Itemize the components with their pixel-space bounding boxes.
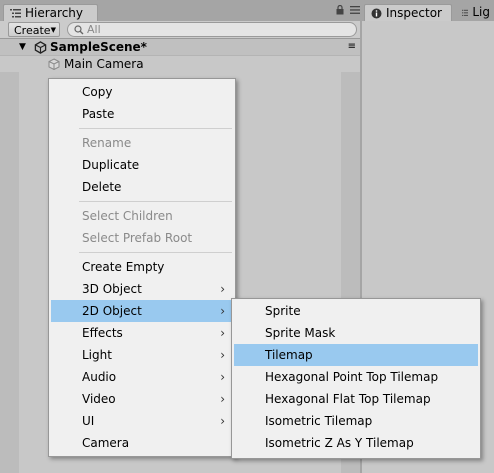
- menu-item-label: Delete: [82, 180, 122, 194]
- menu-item-label: Select Children: [82, 209, 173, 223]
- menu-item-label: Create Empty: [82, 260, 165, 274]
- tab-hierarchy-label: Hierarchy: [25, 5, 84, 20]
- submenu-item-isometric-tilemap[interactable]: Isometric Tilemap: [234, 410, 478, 432]
- lock-icon[interactable]: [336, 5, 344, 15]
- gameobject-cube-icon: [48, 58, 60, 70]
- tab-lighting-label: Lig: [472, 5, 490, 19]
- menu-item-paste[interactable]: Paste: [51, 103, 233, 125]
- unity-scene-icon: [34, 40, 47, 54]
- hierarchy-toolbar: Create ▼ All: [0, 21, 360, 39]
- menu-item-label: Duplicate: [82, 158, 140, 172]
- menu-item-label: Rename: [82, 136, 132, 150]
- tab-lighting[interactable]: Lig: [456, 4, 494, 21]
- chevron-right-icon: ›: [220, 348, 225, 362]
- menu-item-audio[interactable]: Audio ›: [51, 366, 233, 388]
- menu-item-2d-object[interactable]: 2D Object ›: [51, 300, 233, 322]
- menu-item-label: Effects: [82, 326, 123, 340]
- scene-row[interactable]: ▼ SampleScene* ≡: [0, 39, 360, 56]
- menu-item-label: 3D Object: [82, 282, 142, 296]
- menu-separator: [79, 252, 232, 253]
- submenu-item-sprite[interactable]: Sprite: [234, 300, 478, 322]
- submenu-2d-object: Sprite Sprite Mask Tilemap Hexagonal Poi…: [231, 298, 481, 459]
- chevron-right-icon: ›: [220, 282, 225, 296]
- hierarchy-tabstrip: Hierarchy: [0, 0, 360, 21]
- submenu-item-isometric-z-as-y-tilemap[interactable]: Isometric Z As Y Tilemap: [234, 432, 478, 454]
- submenu-item-label: Isometric Z As Y Tilemap: [265, 436, 414, 450]
- menu-item-create-empty[interactable]: Create Empty: [51, 256, 233, 278]
- search-placeholder: All: [87, 23, 101, 36]
- submenu-item-hexagonal-point-top-tilemap[interactable]: Hexagonal Point Top Tilemap: [234, 366, 478, 388]
- submenu-item-label: Tilemap: [265, 348, 313, 362]
- search-icon: [74, 24, 84, 34]
- tab-inspector[interactable]: Inspector: [364, 4, 452, 21]
- menu-item-light[interactable]: Light ›: [51, 344, 233, 366]
- caret-down-icon: ▼: [50, 26, 56, 34]
- scene-menu-icon[interactable]: ≡: [348, 41, 356, 52]
- submenu-item-label: Sprite: [265, 304, 301, 318]
- menu-item-duplicate[interactable]: Duplicate: [51, 154, 233, 176]
- scene-name: SampleScene*: [50, 40, 147, 54]
- chevron-right-icon: ›: [220, 370, 225, 384]
- hierarchy-item-label: Main Camera: [64, 57, 144, 71]
- menu-item-3d-object[interactable]: 3D Object ›: [51, 278, 233, 300]
- panel-menu-icon[interactable]: [350, 6, 360, 14]
- chevron-right-icon: ›: [220, 414, 225, 428]
- hierarchy-item-main-camera[interactable]: Main Camera: [0, 56, 360, 72]
- menu-item-label: Paste: [82, 107, 115, 121]
- menu-item-label: Camera: [82, 436, 130, 450]
- menu-item-label: Video: [82, 392, 116, 406]
- submenu-item-label: Hexagonal Point Top Tilemap: [265, 370, 439, 384]
- menu-item-label: UI: [82, 414, 95, 428]
- inspector-tabstrip: Inspector Lig: [362, 0, 494, 21]
- menu-item-label: Light: [82, 348, 112, 362]
- menu-item-ui[interactable]: UI ›: [51, 410, 233, 432]
- menu-item-label: Select Prefab Root: [82, 231, 193, 245]
- menu-item-label: 2D Object: [82, 304, 142, 318]
- lighting-list-icon: [462, 9, 469, 16]
- search-input[interactable]: All: [67, 22, 357, 37]
- menu-item-video[interactable]: Video ›: [51, 388, 233, 410]
- chevron-right-icon: ›: [220, 326, 225, 340]
- submenu-item-hexagonal-flat-top-tilemap[interactable]: Hexagonal Flat Top Tilemap: [234, 388, 478, 410]
- foldout-arrow-icon[interactable]: ▼: [19, 42, 31, 52]
- hierarchy-tab-icons: [336, 5, 360, 15]
- chevron-right-icon: ›: [220, 392, 225, 406]
- menu-item-copy[interactable]: Copy: [51, 81, 233, 103]
- info-icon: [371, 8, 382, 18]
- menu-item-effects[interactable]: Effects ›: [51, 322, 233, 344]
- menu-separator: [79, 128, 232, 129]
- submenu-item-label: Hexagonal Flat Top Tilemap: [265, 392, 431, 406]
- tab-inspector-label: Inspector: [386, 5, 442, 20]
- chevron-right-icon: ›: [220, 304, 225, 318]
- menu-item-rename: Rename: [51, 132, 233, 154]
- hierarchy-left-gutter: [0, 72, 19, 473]
- menu-item-label: Audio: [82, 370, 117, 384]
- menu-separator: [79, 201, 232, 202]
- menu-item-delete[interactable]: Delete: [51, 176, 233, 198]
- tab-hierarchy[interactable]: Hierarchy: [3, 4, 98, 21]
- submenu-item-sprite-mask[interactable]: Sprite Mask: [234, 322, 478, 344]
- submenu-item-label: Sprite Mask: [265, 326, 336, 340]
- context-menu: Copy Paste Rename Duplicate Delete Selec…: [48, 78, 236, 457]
- submenu-item-tilemap[interactable]: Tilemap: [234, 344, 478, 366]
- menu-item-label: Copy: [82, 85, 113, 99]
- create-label: Create: [14, 24, 51, 37]
- menu-item-camera[interactable]: Camera: [51, 432, 233, 454]
- menu-item-select-children: Select Children: [51, 205, 233, 227]
- menu-item-select-prefab-root: Select Prefab Root: [51, 227, 233, 249]
- create-dropdown-button[interactable]: Create ▼: [8, 22, 60, 37]
- submenu-item-label: Isometric Tilemap: [265, 414, 373, 428]
- list-icon: [10, 8, 21, 17]
